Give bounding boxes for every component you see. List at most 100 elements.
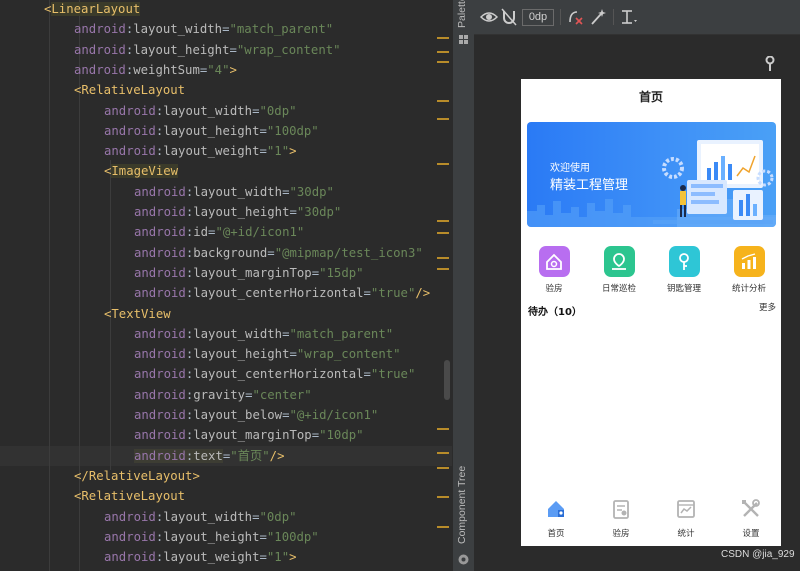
code-token: </ [74, 468, 89, 483]
code-token: android [134, 184, 186, 199]
code-token: android [74, 62, 126, 77]
code-token: layout_centerHorizontal [193, 286, 364, 301]
wrench-icon[interactable] [764, 55, 776, 76]
entry-label: 统计分析 [731, 284, 766, 294]
code-token: layout_marginTop [193, 265, 312, 280]
code-token: "0dp" [259, 509, 297, 524]
code-line: android:weightSum="4"> [74, 60, 237, 80]
code-token: = [259, 144, 267, 159]
code-token: layout_height [193, 205, 290, 219]
code-token: "30dp" [289, 184, 334, 199]
code-token: "4" [207, 62, 230, 77]
watermark: CSDN @jia_929 [721, 549, 795, 560]
code-token: "100dp" [266, 529, 319, 544]
code-token: android [104, 103, 156, 118]
code-token: "@+id/icon1" [215, 225, 305, 240]
more-link[interactable]: 更多 [759, 301, 776, 313]
code-line: android:layout_weight="1"> [104, 547, 297, 567]
code-line: android:layout_width="match_parent" [74, 19, 333, 39]
house-check-icon [538, 246, 570, 277]
default-margin-value: 0dp [528, 11, 548, 23]
banner-subtitle: 欢迎使用 [550, 163, 590, 174]
code-token: layout_marginTop [193, 428, 312, 443]
eye-icon[interactable] [479, 8, 499, 26]
toolbar-separator [560, 9, 561, 25]
palette-tab-label: Palette [456, 0, 468, 28]
quick-entries: 验房 日常巡检 钥匙管理 统计分析 [521, 246, 781, 301]
code-token: /> [415, 286, 431, 301]
code-token: layout_below [193, 408, 283, 422]
code-token: ImageView [111, 164, 179, 179]
default-margin-field[interactable]: 0dp [522, 9, 554, 26]
magic-wand-icon[interactable] [590, 8, 606, 26]
component-tree-tab[interactable]: Component Tree [456, 466, 468, 544]
entry-key-management[interactable]: 钥匙管理 [652, 246, 716, 294]
code-line: <ImageView [104, 161, 179, 181]
code-token: = [259, 529, 267, 544]
code-token: "10dp" [319, 428, 364, 443]
nav-item-inspect[interactable]: 验房 [589, 498, 653, 539]
nav-label: 设置 [742, 529, 760, 539]
chart-window-icon [677, 500, 695, 518]
code-line: android:layout_below="@+id/icon1" [134, 405, 378, 425]
code-token: = [363, 367, 371, 382]
code-line: android:layout_height="30dp" [134, 202, 341, 222]
code-line: android:id="@+id/icon1" [134, 222, 304, 242]
code-editor[interactable]: <LinearLayout android:layout_width="match… [0, 0, 452, 571]
code-line: android:text="首页"/> [134, 446, 284, 466]
code-token: background [193, 245, 268, 260]
code-token: layout_centerHorizontal [193, 367, 364, 382]
palette-tab[interactable]: Palette [456, 0, 468, 28]
entry-daily-inspection[interactable]: 日常巡检 [587, 246, 651, 294]
code-token: "wrap_content" [296, 347, 401, 362]
code-token: layout_width [163, 103, 253, 118]
code-token: android [134, 245, 186, 260]
editor-scrollbar[interactable] [444, 360, 450, 400]
nav-item-home[interactable]: 首页 [524, 498, 588, 539]
banner[interactable]: 欢迎使用 精装工程管理 [527, 122, 776, 227]
code-token: = [267, 245, 275, 260]
entry-label: 日常巡检 [601, 284, 636, 294]
code-token: android [104, 550, 156, 565]
designer-toolbar: 0dp [474, 0, 800, 35]
phone-preview[interactable]: 首页 欢迎使用 精装工程管理 验房 日常巡检 钥匙管理 统计分析 待办（10） … [521, 79, 781, 546]
code-token: id [193, 225, 209, 240]
entry-statistics[interactable]: 统计分析 [717, 246, 781, 294]
code-line: android:layout_height="wrap_content" [134, 344, 401, 364]
code-token: android [134, 448, 186, 463]
code-line: android:layout_height="100dp" [104, 527, 319, 547]
code-token: layout_width [193, 326, 283, 341]
code-token: "100dp" [266, 123, 319, 138]
nav-item-stats[interactable]: 统计 [654, 498, 718, 539]
code-token: /> [269, 448, 285, 463]
code-line: android:layout_weight="1"> [104, 141, 297, 161]
nav-label: 统计 [677, 529, 695, 539]
entry-inspect-house[interactable]: 验房 [522, 246, 586, 294]
align-icon[interactable] [620, 8, 640, 26]
location-pin-icon [603, 246, 635, 277]
code-line: android:layout_width="0dp" [104, 101, 297, 121]
code-token: "1" [266, 550, 290, 565]
code-token: "@mipmap/test_icon3" [274, 245, 423, 260]
code-line: android:layout_width="30dp" [134, 182, 334, 202]
code-token: gravity [193, 387, 246, 402]
code-token: android [104, 509, 156, 524]
code-line: <RelativeLayout [74, 486, 185, 506]
entry-label: 钥匙管理 [666, 284, 701, 294]
nav-item-settings[interactable]: 设置 [719, 498, 783, 539]
code-token: "首页" [230, 448, 270, 463]
code-token: android [134, 286, 186, 301]
code-token: weightSum [133, 62, 200, 77]
code-token: layout_height [193, 347, 290, 362]
magnet-off-icon[interactable] [501, 8, 517, 26]
code-token: "true" [370, 286, 416, 301]
key-icon [668, 246, 700, 277]
code-line: android:layout_centerHorizontal="true"/> [134, 283, 430, 303]
code-token: android [74, 22, 126, 37]
tools-icon [742, 499, 760, 517]
code-line: android:layout_centerHorizontal="true" [134, 364, 415, 384]
bottom-navigation: 首页 验房 统计 设置 [521, 492, 781, 546]
code-token: = [259, 550, 267, 565]
code-token: > [289, 550, 297, 565]
clear-constraints-icon[interactable] [567, 8, 585, 26]
